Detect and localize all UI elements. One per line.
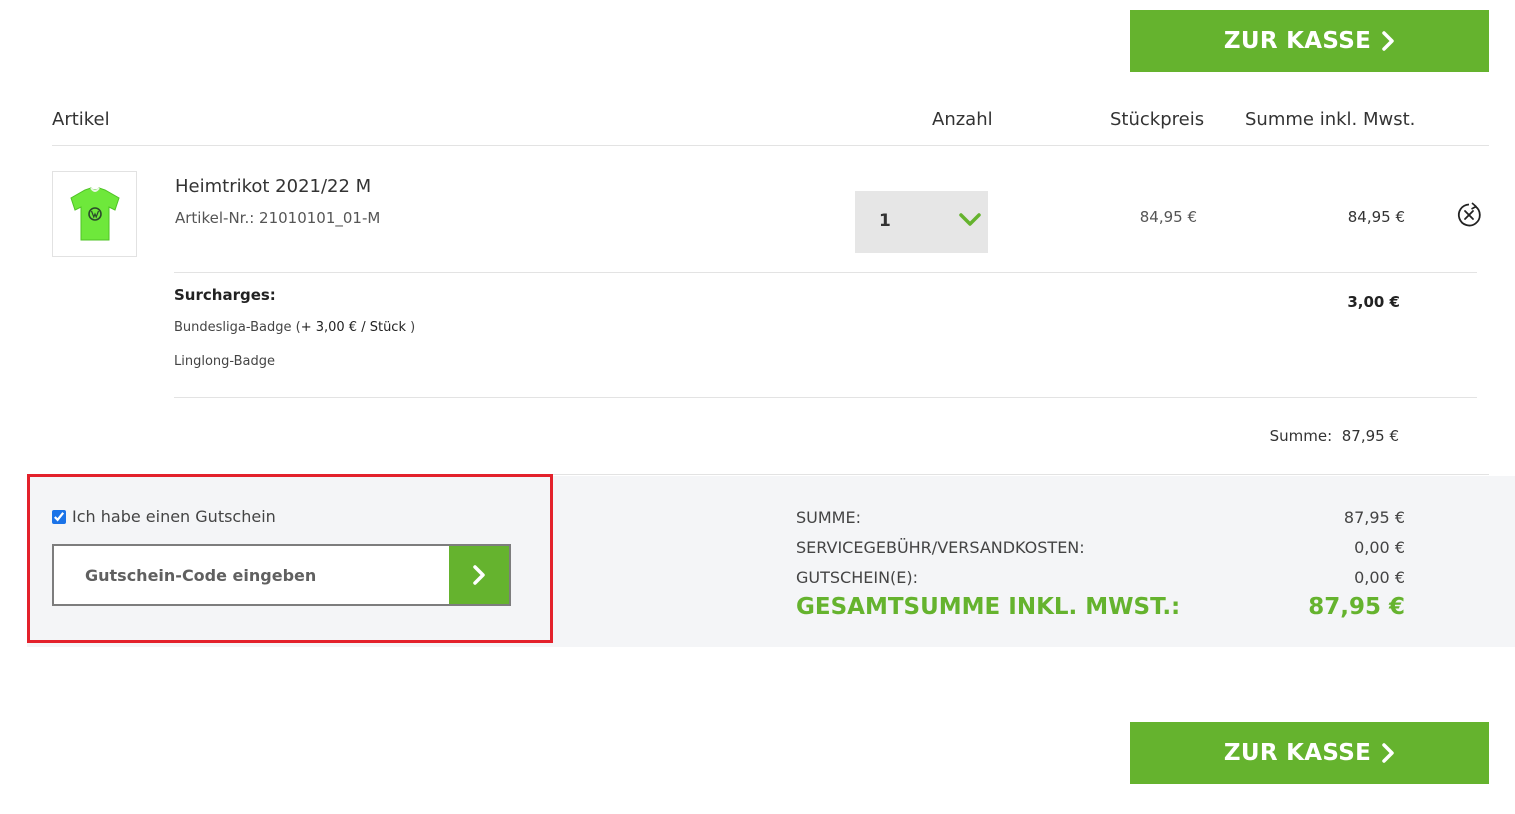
- surcharge-close-paren: ): [410, 320, 416, 335]
- surcharges-title: Surcharges:: [174, 286, 276, 304]
- voucher-checkbox-label: Ich habe einen Gutschein: [72, 507, 276, 526]
- checkout-button-bottom[interactable]: ZUR KASSE: [1130, 722, 1489, 784]
- header-divider: [52, 145, 1489, 146]
- header-total: Summe inkl. Mwst.: [1245, 109, 1416, 130]
- item-divider: [174, 272, 1477, 273]
- summary-label-voucher: GUTSCHEIN(E):: [796, 568, 919, 587]
- surcharge-bundesliga: Bundesliga-Badge (+ 3,00 € / Stück ): [174, 320, 415, 335]
- chevron-right-icon: [1381, 31, 1395, 51]
- unit-price: 84,95 €: [1139, 208, 1197, 226]
- summary-value-summe: 87,95 €: [1343, 508, 1405, 527]
- product-name[interactable]: Heimtrikot 2021/22 M: [175, 176, 371, 197]
- voucher-checkbox[interactable]: [52, 509, 66, 524]
- product-image[interactable]: [52, 171, 137, 257]
- voucher-input-group: [52, 544, 511, 606]
- surcharge-divider: [174, 397, 1477, 398]
- surcharge-bundesliga-name: Bundesliga-Badge: [174, 320, 292, 335]
- checkout-button-label: ZUR KASSE: [1223, 740, 1372, 766]
- header-unit-price: Stückpreis: [1110, 109, 1205, 130]
- grand-total-value: 87,95 €: [1308, 594, 1405, 620]
- summary-value-voucher: 0,00 €: [1354, 568, 1405, 587]
- summary-label-summe: SUMME:: [796, 508, 861, 527]
- quantity-select[interactable]: 1: [855, 191, 988, 253]
- line-total: 84,95 €: [1347, 208, 1405, 226]
- chevron-down-icon: [958, 212, 982, 232]
- surcharges-total: 3,00 €: [1347, 293, 1400, 311]
- quantity-value: 1: [879, 211, 891, 231]
- surcharge-linglong: Linglong-Badge: [174, 354, 276, 369]
- checkout-button-top[interactable]: ZUR KASSE: [1130, 10, 1489, 72]
- grand-total-label: GESAMTSUMME INKL. MWST.:: [796, 594, 1181, 620]
- article-number: Artikel-Nr.: 21010101_01-M: [175, 209, 381, 227]
- subtotal-label: Summe:: [1269, 427, 1333, 445]
- voucher-toggle[interactable]: Ich habe einen Gutschein: [52, 507, 276, 526]
- surcharge-bundesliga-price: + 3,00 € / Stück: [300, 320, 406, 335]
- voucher-submit-button[interactable]: [449, 546, 509, 604]
- summary-value-shipping: 0,00 €: [1354, 538, 1405, 557]
- chevron-right-icon: [473, 565, 485, 585]
- header-quantity: Anzahl: [932, 109, 993, 130]
- voucher-code-input[interactable]: [54, 546, 450, 604]
- jersey-icon: [69, 187, 120, 241]
- subtotal: Summe: 87,95 €: [1270, 427, 1399, 445]
- summary-label-shipping: SERVICEGEBÜHR/VERSANDKOSTEN:: [796, 538, 1085, 557]
- remove-item-icon[interactable]: [1455, 201, 1483, 233]
- header-article: Artikel: [52, 109, 110, 130]
- chevron-right-icon: [1381, 743, 1395, 763]
- checkout-button-label: ZUR KASSE: [1223, 28, 1372, 54]
- subtotal-value: 87,95 €: [1341, 427, 1399, 445]
